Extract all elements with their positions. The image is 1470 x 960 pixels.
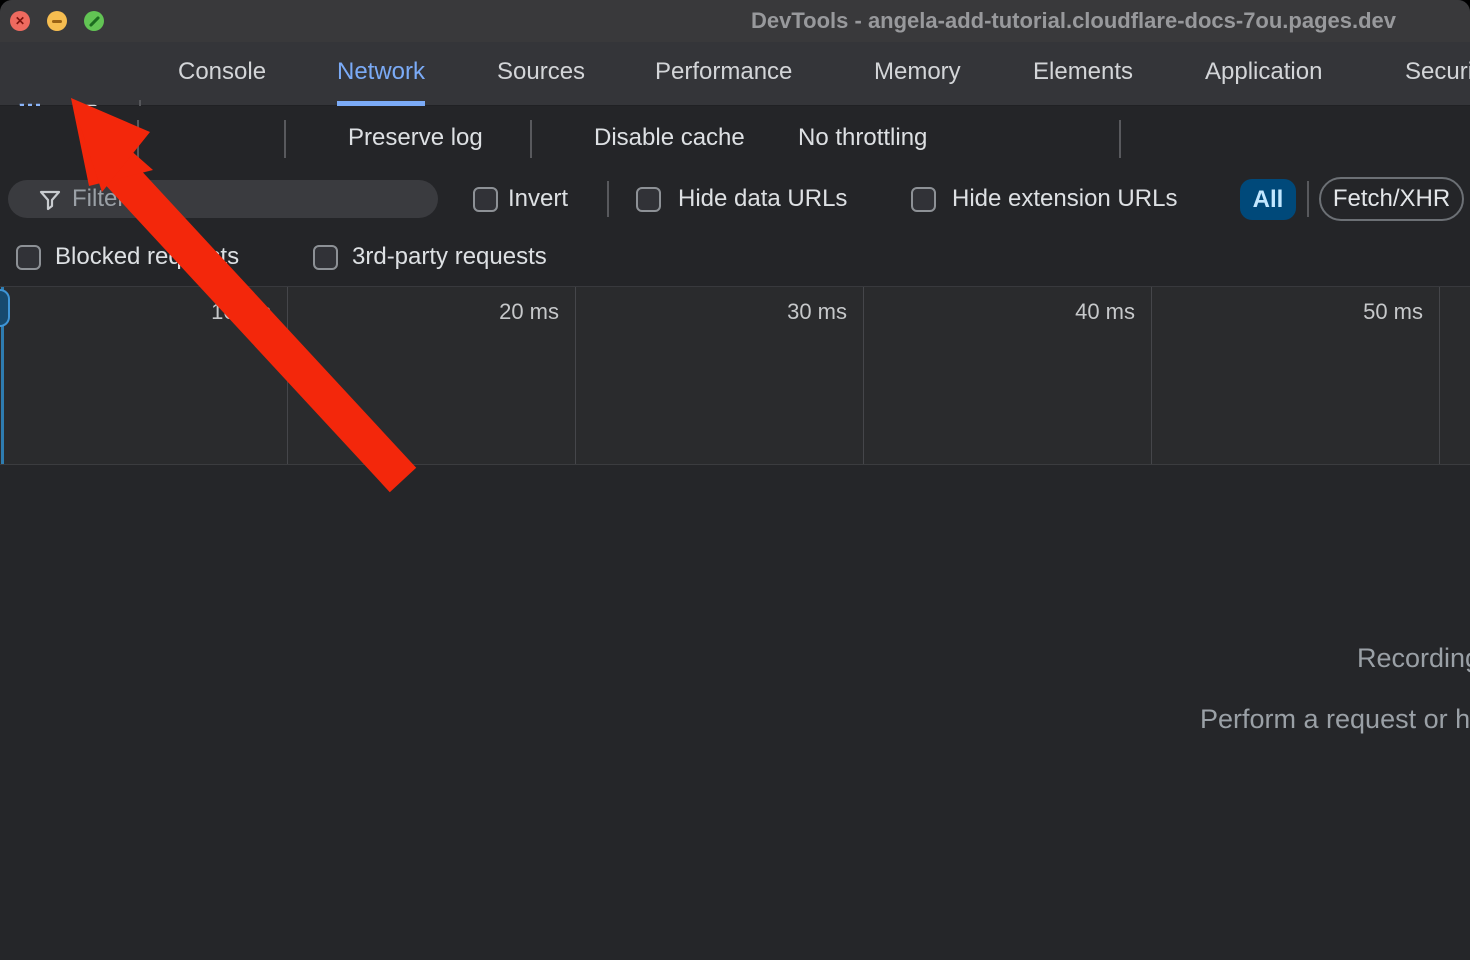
empty-state-title: Recording network activity… [1357, 643, 1470, 674]
network-toolbar: Preserve log Disable cache No throttling [0, 106, 1470, 170]
timeline-tick-label: 50 ms [1152, 299, 1423, 325]
filter-row: Filter Invert Hide data URLs Hide extens… [0, 170, 1470, 228]
zoom-disabled-icon [88, 15, 99, 26]
tab-application[interactable]: Application [1205, 42, 1322, 106]
minimize-button[interactable] [47, 11, 67, 31]
funnel-outline-icon [38, 188, 62, 212]
hide-data-urls-label[interactable]: Hide data URLs [678, 170, 847, 228]
tab-memory[interactable]: Memory [874, 42, 961, 106]
blocked-requests-checkbox[interactable] [16, 245, 41, 270]
toolbar-separator [284, 120, 286, 158]
toolbar-separator [530, 120, 532, 158]
tab-elements[interactable]: Elements [1033, 42, 1133, 106]
timeline-tick-label: 40 ms [864, 299, 1135, 325]
third-party-requests-label[interactable]: 3rd-party requests [352, 228, 547, 286]
blocked-requests-label[interactable]: Blocked requests [55, 228, 239, 286]
filter-separator [1307, 181, 1309, 217]
filter-type-fetch-xhr[interactable]: Fetch/XHR [1319, 177, 1464, 221]
zoom-window-button[interactable] [84, 11, 104, 31]
timeline-gridline [1439, 287, 1440, 464]
tab-performance[interactable]: Performance [655, 42, 792, 106]
hide-data-urls-checkbox[interactable] [636, 187, 661, 212]
minimize-icon [52, 20, 62, 23]
timeline-tick-label: 20 ms [288, 299, 559, 325]
filter-type-all[interactable]: All [1240, 179, 1296, 220]
preserve-log-label[interactable]: Preserve log [348, 106, 483, 170]
tab-network[interactable]: Network [337, 42, 425, 106]
toolbar-separator [1119, 120, 1121, 158]
tab-security[interactable]: Security [1405, 42, 1470, 106]
throttling-value: No throttling [798, 106, 927, 170]
filter-input[interactable]: Filter [8, 180, 438, 218]
disable-cache-label[interactable]: Disable cache [594, 106, 745, 170]
devtools-tabbar: Console Network Sources Performance Memory El… [0, 42, 1470, 106]
tab-sources[interactable]: Sources [497, 42, 585, 106]
timeline-tick-label: 10 ms [0, 299, 271, 325]
waterfall-grid: 10 ms 20 ms 30 ms 40 ms 50 ms [0, 286, 1470, 466]
invert-checkbox[interactable] [473, 187, 498, 212]
toolbar-separator [137, 120, 139, 158]
title-bar: ✕ DevTools - angela-add-tutorial.cloudfl… [0, 0, 1470, 42]
close-icon: ✕ [15, 15, 25, 27]
request-filter-row: Blocked requests 3rd-party requests [0, 228, 1470, 286]
timeline-tick-label: 30 ms [576, 299, 847, 325]
hide-extension-urls-label[interactable]: Hide extension URLs [952, 170, 1177, 228]
hide-extension-urls-checkbox[interactable] [911, 187, 936, 212]
filter-placeholder: Filter [72, 180, 125, 218]
third-party-requests-checkbox[interactable] [313, 245, 338, 270]
invert-label[interactable]: Invert [508, 170, 568, 228]
window-title: DevTools - angela-add-tutorial.cloudflar… [751, 0, 1396, 42]
close-button[interactable]: ✕ [10, 11, 30, 31]
tab-console[interactable]: Console [178, 42, 266, 106]
devtools-window: ✕ DevTools - angela-add-tutorial.cloudfl… [0, 0, 1470, 960]
empty-state-hint: Perform a request or hit ⌘R to record th… [1200, 704, 1470, 735]
filter-separator [607, 181, 609, 217]
